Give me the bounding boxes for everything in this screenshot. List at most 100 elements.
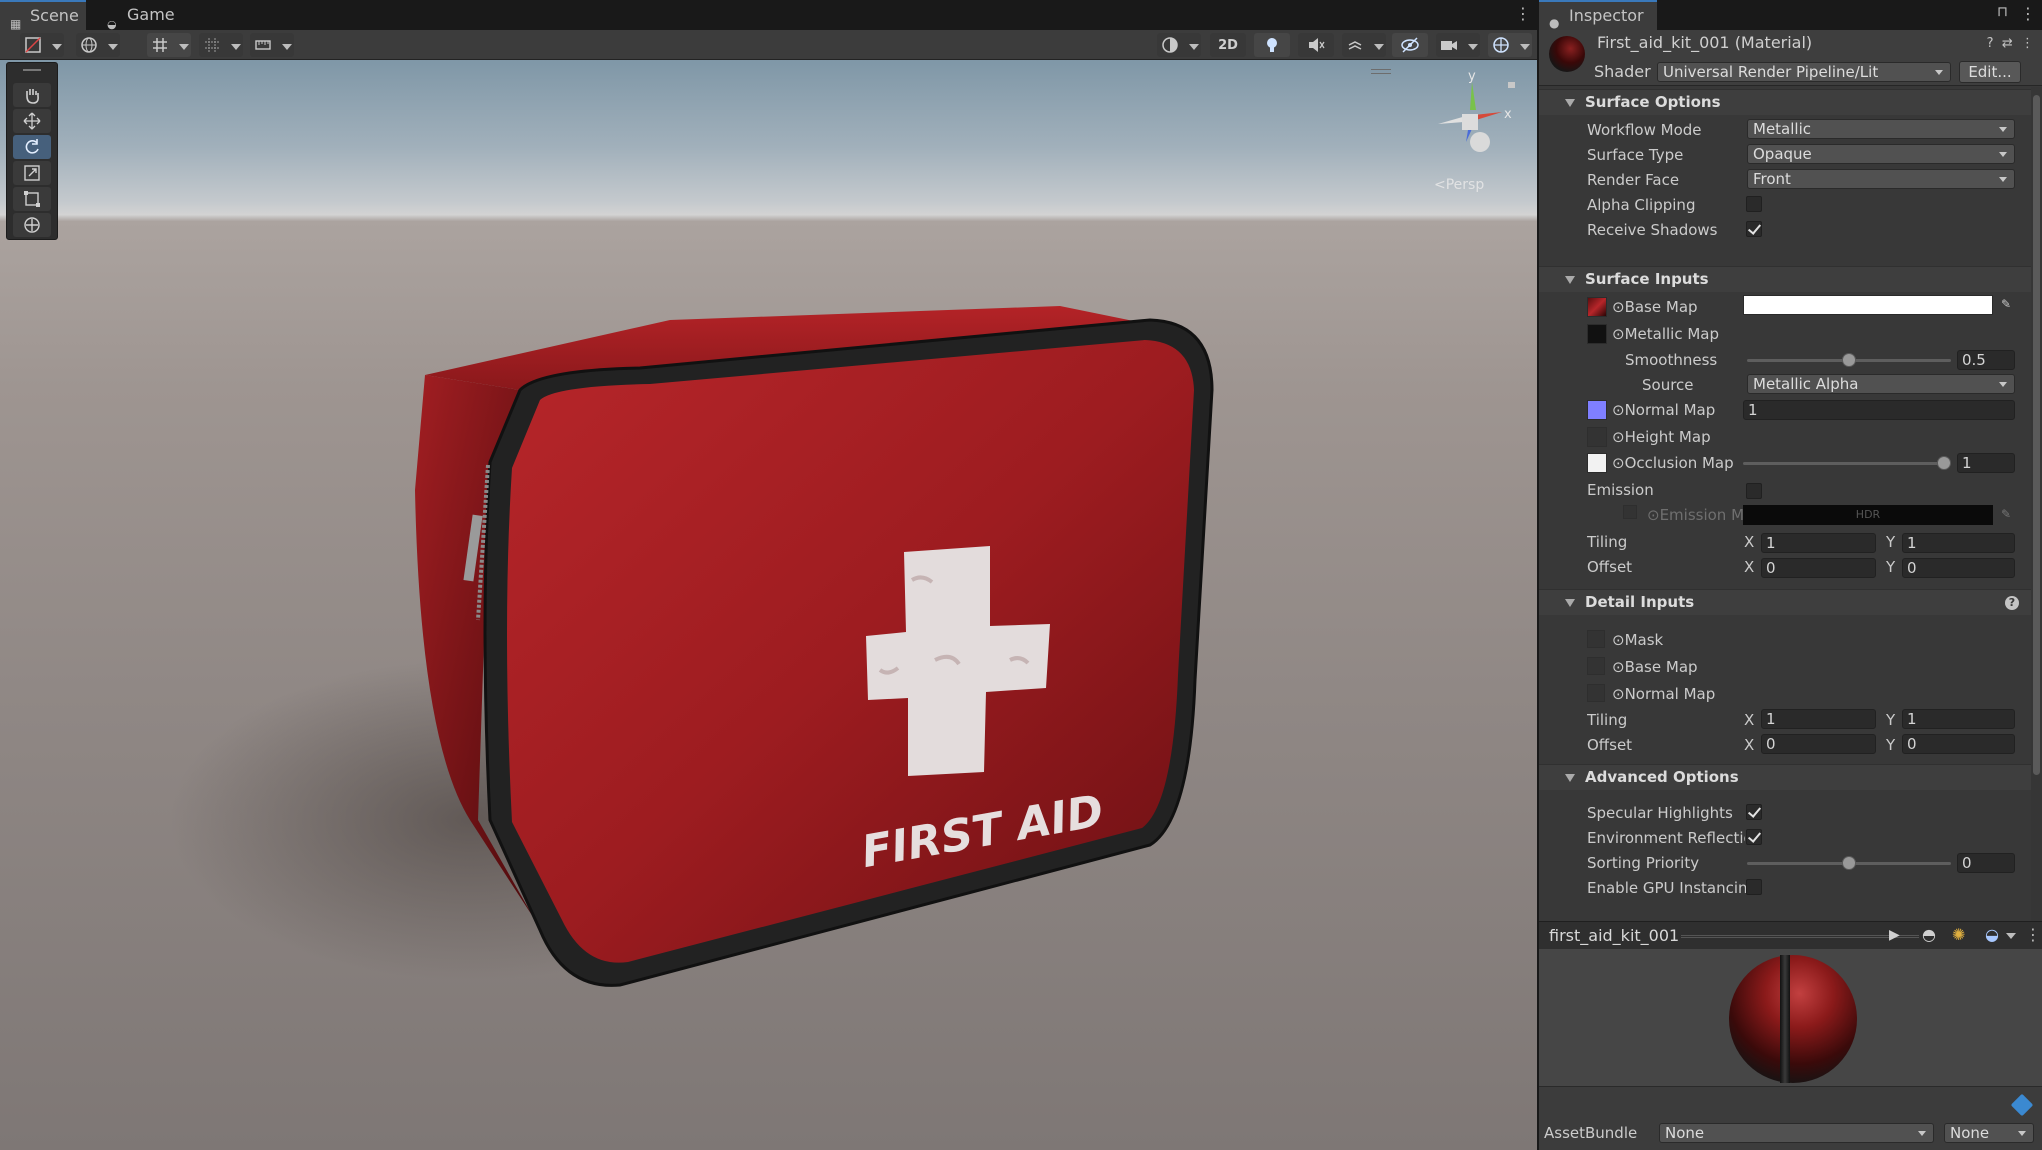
camera-dropdown[interactable] xyxy=(1436,33,1480,57)
gizmos-dropdown[interactable] xyxy=(1488,33,1532,57)
detail-offset-y-field[interactable]: 0 xyxy=(1902,734,2015,754)
offset-x-field[interactable]: 0 xyxy=(1761,558,1876,578)
help-icon[interactable]: ? xyxy=(2005,596,2019,610)
projection-label[interactable]: <Persp xyxy=(1434,177,1484,193)
detail-inputs-header[interactable]: Detail Inputs ? xyxy=(1539,589,2031,615)
environment-reflections-checkbox[interactable] xyxy=(1746,829,1762,845)
overlay-grip[interactable] xyxy=(1371,69,1391,74)
base-map-thumbnail[interactable] xyxy=(1587,297,1607,317)
advanced-options-header[interactable]: Advanced Options xyxy=(1539,764,2031,790)
texture-picker-icon[interactable]: ⊙ xyxy=(1612,658,1625,676)
move-tool-button[interactable] xyxy=(13,109,51,133)
smoothness-slider[interactable] xyxy=(1747,350,1951,370)
scene-viewport[interactable]: FIRST AID y x <Persp xyxy=(0,60,1537,1150)
tab-game[interactable]: ◒ Game xyxy=(97,0,183,31)
preview-mesh-icon[interactable]: ◒ xyxy=(1985,925,1999,944)
detail-normal-map-thumbnail[interactable] xyxy=(1587,684,1605,702)
tiling-x-field[interactable]: 1 xyxy=(1761,533,1876,553)
emission-checkbox[interactable] xyxy=(1746,483,1762,499)
asset-label-icon[interactable] xyxy=(2010,1093,2034,1117)
base-color-swatch[interactable] xyxy=(1743,295,1993,315)
tab-scene[interactable]: ▦ Scene xyxy=(0,0,86,31)
workflow-mode-dropdown[interactable]: Metallic xyxy=(1747,119,2015,139)
help-icon[interactable]: ? xyxy=(1987,36,1994,51)
texture-picker-icon[interactable]: ⊙ xyxy=(1612,631,1625,649)
preview-drag-handle[interactable] xyxy=(1681,935,1919,938)
preview-menu-icon[interactable]: ⋮ xyxy=(2025,925,2041,944)
chevron-down-icon[interactable] xyxy=(2006,933,2016,939)
draw-mode-dropdown[interactable] xyxy=(20,33,64,57)
metallic-map-thumbnail[interactable] xyxy=(1587,324,1607,344)
scale-tool-button[interactable] xyxy=(13,161,51,185)
transform-tool-button[interactable] xyxy=(13,213,51,237)
detail-base-map-thumbnail[interactable] xyxy=(1587,657,1605,675)
rotate-tool-button[interactable] xyxy=(13,135,51,159)
texture-picker-icon[interactable]: ⊙ xyxy=(1612,298,1625,316)
texture-picker-icon[interactable]: ⊙ xyxy=(1612,454,1625,472)
tab-inspector[interactable]: ● Inspector xyxy=(1539,0,1657,30)
preview-light-icon[interactable]: ✺ xyxy=(1952,925,1965,944)
offset-y-field[interactable]: 0 xyxy=(1902,558,2015,578)
sorting-priority-field[interactable]: 0 xyxy=(1957,853,2015,873)
specular-highlights-checkbox[interactable] xyxy=(1746,804,1762,820)
tiling-y-field[interactable]: 1 xyxy=(1902,533,2015,553)
scene-menu-icon[interactable]: ⋮ xyxy=(1515,4,1531,23)
scene-view-dropdown[interactable] xyxy=(76,33,120,57)
surface-options-header[interactable]: Surface Options xyxy=(1539,89,2031,115)
height-map-thumbnail[interactable] xyxy=(1587,427,1607,447)
occlusion-field[interactable]: 1 xyxy=(1957,453,2015,473)
hidden-objects-toggle[interactable] xyxy=(1392,33,1428,57)
grid-snap-dropdown[interactable] xyxy=(147,33,191,57)
slider-knob[interactable] xyxy=(1842,353,1856,367)
shader-dropdown[interactable]: Universal Render Pipeline/Lit xyxy=(1657,62,1951,82)
palette-grip[interactable] xyxy=(23,69,41,71)
inspector-scrollbar[interactable] xyxy=(2031,87,2042,921)
lighting-toggle[interactable] xyxy=(1254,33,1290,57)
shading-dropdown[interactable] xyxy=(1157,33,1201,57)
detail-tiling-x-field[interactable]: 1 xyxy=(1761,709,1876,729)
rect-tool-button[interactable] xyxy=(13,187,51,211)
ruler-dropdown[interactable] xyxy=(250,33,294,57)
slider-knob[interactable] xyxy=(1937,456,1951,470)
hand-tool-button[interactable] xyxy=(13,83,51,107)
normal-scale-field[interactable]: 1 xyxy=(1743,400,2015,420)
preset-icon[interactable]: ⇄ xyxy=(2002,36,2013,51)
inspector-menu-icon[interactable]: ⋮ xyxy=(2020,4,2036,23)
mask-thumbnail[interactable] xyxy=(1587,630,1605,648)
sorting-priority-slider[interactable] xyxy=(1747,853,1951,873)
occlusion-slider[interactable] xyxy=(1743,453,1951,473)
slider-knob[interactable] xyxy=(1842,856,1856,870)
eyedropper-icon[interactable]: ✎ xyxy=(2001,297,2011,311)
preview-header[interactable]: first_aid_kit_001 ▶ ◓ ✺ ◒ ⋮ xyxy=(1539,921,2042,949)
asset-bundle-variant-dropdown[interactable]: None xyxy=(1944,1123,2034,1143)
toggle-2d-button[interactable]: 2D xyxy=(1210,33,1246,57)
preview-sphere-icon[interactable]: ◓ xyxy=(1922,925,1936,944)
alpha-clipping-checkbox[interactable] xyxy=(1746,196,1762,212)
receive-shadows-checkbox[interactable] xyxy=(1746,221,1762,237)
surface-inputs-header[interactable]: Surface Inputs xyxy=(1539,266,2031,292)
detail-tiling-y-field[interactable]: 1 xyxy=(1902,709,2015,729)
scrollbar-thumb[interactable] xyxy=(2033,95,2040,775)
shader-edit-button[interactable]: Edit... xyxy=(1959,61,2021,83)
occlusion-map-thumbnail[interactable] xyxy=(1587,453,1607,473)
gpu-instancing-checkbox[interactable] xyxy=(1746,879,1762,895)
texture-picker-icon[interactable]: ⊙ xyxy=(1612,401,1625,419)
detail-offset-x-field[interactable]: 0 xyxy=(1761,734,1876,754)
context-menu-icon[interactable]: ⋮ xyxy=(2021,36,2034,51)
lock-icon[interactable]: ⊓ xyxy=(1997,4,2008,20)
play-icon[interactable]: ▶ xyxy=(1889,927,1900,943)
effects-dropdown[interactable] xyxy=(1342,33,1386,57)
increment-snap-dropdown[interactable] xyxy=(199,33,243,57)
material-preview[interactable] xyxy=(1539,949,2042,1086)
surface-type-dropdown[interactable]: Opaque xyxy=(1747,144,2015,164)
first-aid-kit-model[interactable]: FIRST AID xyxy=(0,60,1537,1150)
normal-map-thumbnail[interactable] xyxy=(1587,400,1607,420)
texture-picker-icon[interactable]: ⊙ xyxy=(1612,325,1625,343)
texture-picker-icon[interactable]: ⊙ xyxy=(1612,428,1625,446)
texture-picker-icon[interactable]: ⊙ xyxy=(1612,685,1625,703)
audio-toggle[interactable] xyxy=(1298,33,1334,57)
source-dropdown[interactable]: Metallic Alpha xyxy=(1747,374,2015,394)
render-face-dropdown[interactable]: Front xyxy=(1747,169,2015,189)
smoothness-field[interactable]: 0.5 xyxy=(1957,350,2015,370)
asset-bundle-dropdown[interactable]: None xyxy=(1659,1123,1934,1143)
